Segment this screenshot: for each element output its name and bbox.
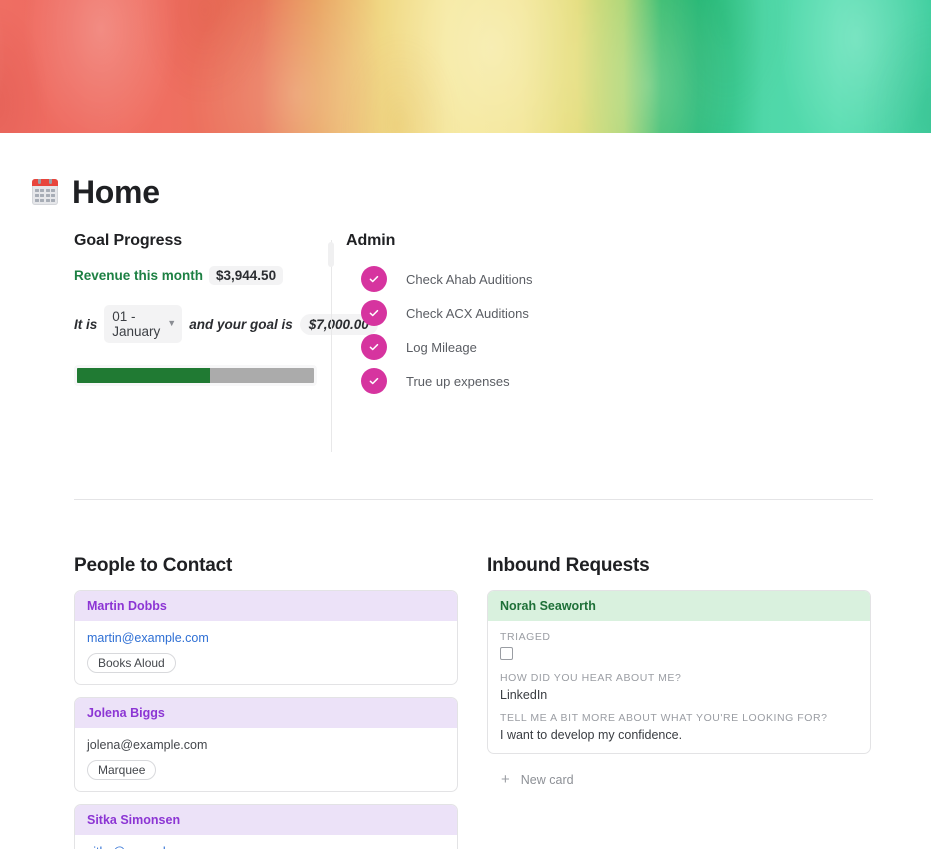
lists-row: People to Contact Martin Dobbsmartin@exa… — [0, 555, 931, 849]
banner-smoke-dark — [0, 0, 931, 133]
progress-track — [77, 368, 314, 383]
inbound-new-card-label: New card — [521, 773, 574, 787]
admin-todo-label: Log Mileage — [406, 340, 477, 355]
check-circle-icon[interactable] — [361, 300, 387, 326]
triaged-label: TRIAGED — [500, 631, 858, 643]
inbound-new-card-button[interactable]: + New card — [487, 766, 871, 787]
section-divider — [331, 240, 332, 452]
person-email[interactable]: martin@example.com — [87, 631, 445, 645]
admin-section: Admin Check Ahab Auditions Check ACX Audi… — [332, 232, 873, 452]
inbound-card-body: TRIAGED HOW DID YOU HEAR ABOUT ME? Linke… — [488, 621, 870, 753]
person-card-body: sitka@example.comHealth Now — [75, 835, 457, 849]
admin-todo-label: Check Ahab Auditions — [406, 272, 532, 287]
goal-row: It is 01 - January ▼ and your goal is $7… — [74, 305, 331, 343]
admin-todo-row: Log Mileage — [346, 334, 873, 360]
goal-progress-title: Goal Progress — [74, 232, 331, 250]
inbound-request-card[interactable]: Norah Seaworth TRIAGED HOW DID YOU HEAR … — [487, 590, 871, 754]
revenue-row: Revenue this month $3,944.50 — [74, 266, 331, 285]
page-content: Home Goal Progress Revenue this month $3… — [0, 176, 931, 849]
people-to-contact-column: People to Contact Martin Dobbsmartin@exa… — [74, 555, 458, 849]
inbound-requests-column: Inbound Requests Norah Seaworth TRIAGED … — [487, 555, 871, 849]
admin-checklist: Check Ahab Auditions Check ACX Auditions L… — [346, 266, 873, 394]
hear-about-label: HOW DID YOU HEAR ABOUT ME? — [500, 672, 858, 684]
spiral-calendar-icon[interactable] — [32, 179, 58, 205]
triaged-checkbox[interactable] — [500, 647, 513, 660]
people-card-list: Martin Dobbs martin@example.com Books Alou… — [74, 590, 458, 849]
revenue-value: $3,944.50 — [209, 266, 283, 285]
admin-todo-row: Check Ahab Auditions — [346, 266, 873, 292]
person-card-name: Martin Dobbs — [75, 591, 457, 621]
scrollbar-thumb[interactable] — [328, 242, 334, 267]
person-email[interactable]: sitka@example.com — [87, 845, 445, 849]
admin-todo-label: True up expenses — [406, 374, 510, 389]
person-card-name: Sitka Simonsen — [75, 805, 457, 835]
it-is-label: It is — [74, 317, 97, 332]
page-banner-image — [0, 0, 931, 133]
progress-fill — [77, 368, 210, 383]
person-card[interactable]: Martin Dobbs martin@example.com Books Alou… — [74, 590, 458, 685]
goal-progress-bar — [74, 365, 317, 386]
hear-about-value: LinkedIn — [500, 688, 858, 702]
person-card[interactable]: Jolena Biggs jolena@example.com Marquee — [74, 697, 458, 792]
admin-todo-row: True up expenses — [346, 368, 873, 394]
person-card-body: jolena@example.com Marquee — [75, 728, 457, 791]
looking-for-value: I want to develop my confidence. — [500, 728, 858, 742]
goal-progress-section: Goal Progress Revenue this month $3,944.… — [0, 232, 331, 452]
month-select-value: 01 - January — [112, 309, 160, 339]
goal-label: and your goal is — [189, 317, 293, 332]
looking-for-label: TELL ME A BIT MORE ABOUT WHAT YOU'RE LOO… — [500, 712, 858, 724]
inbound-requests-title: Inbound Requests — [487, 555, 871, 577]
check-circle-icon[interactable] — [361, 334, 387, 360]
admin-title: Admin — [346, 232, 873, 250]
person-email: jolena@example.com — [87, 738, 445, 752]
month-select[interactable]: 01 - January ▼ — [104, 305, 182, 343]
admin-todo-label: Check ACX Auditions — [406, 306, 529, 321]
people-to-contact-title: People to Contact — [74, 555, 458, 577]
person-card[interactable]: Sitka Simonsensitka@example.comHealth No… — [74, 804, 458, 849]
page-title: Home — [72, 176, 160, 208]
revenue-label: Revenue this month — [74, 268, 203, 283]
check-circle-icon[interactable] — [361, 368, 387, 394]
chevron-down-icon: ▼ — [167, 319, 176, 328]
person-card-body: martin@example.com Books Aloud — [75, 621, 457, 684]
check-circle-icon[interactable] — [361, 266, 387, 292]
plus-icon: + — [501, 772, 510, 787]
inbound-card-name: Norah Seaworth — [488, 591, 870, 621]
top-sections: Goal Progress Revenue this month $3,944.… — [0, 232, 931, 452]
person-tag: Books Aloud — [87, 653, 176, 673]
person-card-name: Jolena Biggs — [75, 698, 457, 728]
admin-todo-row: Check ACX Auditions — [346, 300, 873, 326]
horizontal-divider — [74, 499, 873, 500]
page-header: Home — [32, 176, 931, 208]
person-tag: Marquee — [87, 760, 156, 780]
